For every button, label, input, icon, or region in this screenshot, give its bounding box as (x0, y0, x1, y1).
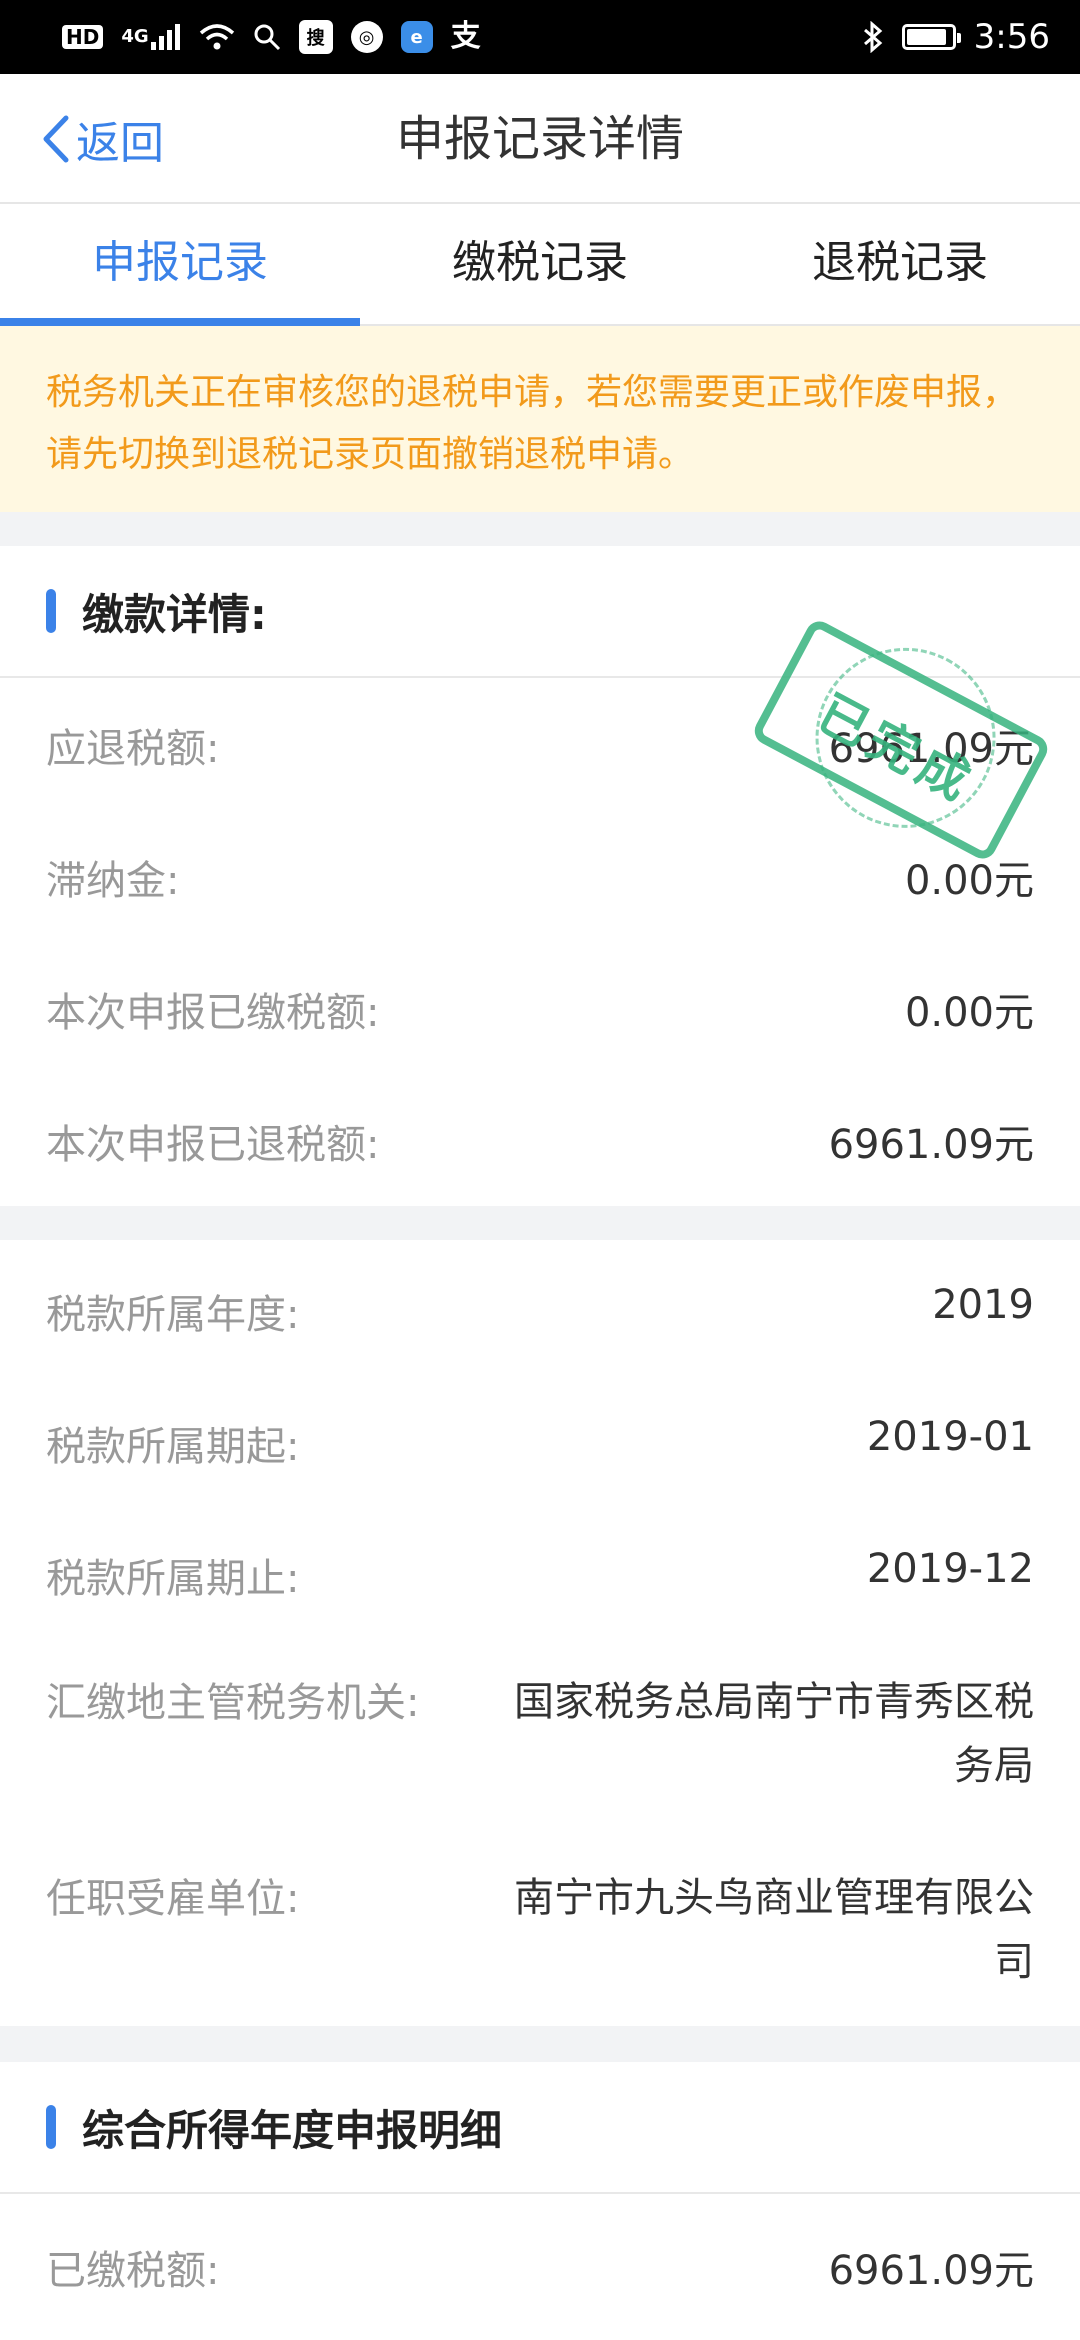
alipay-icon: 支 (450, 19, 481, 54)
browser-icon: e (400, 21, 433, 53)
section-header: 综合所得年度申报明细 (0, 2062, 1080, 2194)
app-icon: ◎ (350, 21, 383, 53)
tab-bar: 申报记录 缴税记录 退税记录 (0, 204, 1080, 326)
annual-declaration-card: 综合所得年度申报明细 已缴税额: 6961.09元 (0, 2062, 1080, 2340)
section-accent-bar (46, 2105, 56, 2149)
status-right: 3:56 (862, 17, 1050, 57)
row-value: 2019 (932, 1282, 1034, 1328)
row-label: 本次申报已缴税额: (46, 990, 380, 1036)
clock: 3:56 (973, 17, 1050, 57)
row-label: 税款所属期止: (46, 1556, 300, 1602)
back-label: 返回 (76, 118, 164, 169)
row-value: 2019-12 (866, 1546, 1034, 1592)
row-label: 本次申报已退税额: (46, 1122, 380, 1168)
tab-refund-records[interactable]: 退税记录 (720, 204, 1080, 324)
hd-indicator: HD (62, 25, 104, 49)
row-value: 6961.09元 (828, 2248, 1034, 2294)
battery-icon (901, 24, 961, 50)
bluetooth-icon (862, 21, 884, 53)
row-value: 6961.09元 (828, 1122, 1034, 1168)
search-icon (253, 23, 281, 51)
battery-level (906, 29, 946, 45)
section-header: 缴款详情: (0, 546, 1080, 678)
section-title: 综合所得年度申报明细 (82, 2105, 503, 2155)
sohu-icon: 搜 (298, 20, 333, 54)
row-value: 国家税务总局南宁市青秀区税务局 (514, 1679, 1034, 1789)
chevron-left-icon (43, 115, 69, 163)
row-value: 0.00元 (904, 858, 1034, 904)
tab-payment-records[interactable]: 缴税记录 (360, 204, 720, 324)
row-value: 6961.09元 (828, 726, 1034, 772)
section-title: 缴款详情: (82, 589, 267, 639)
payment-detail-card: 缴款详情: 应退税额: 6961.09元 滞纳金: 0.00元 本次申报已缴税额… (0, 546, 1080, 1206)
network-type: 4G (121, 26, 149, 47)
tab-declaration-records[interactable]: 申报记录 (0, 204, 360, 326)
row-label: 已缴税额: (46, 2248, 220, 2294)
row-label: 任职受雇单位: (46, 1876, 300, 1922)
wifi-icon (199, 23, 235, 51)
row-label: 滞纳金: (46, 858, 180, 904)
row-label: 应退税额: (46, 726, 220, 772)
nav-bar: 申报记录详情 返回 (0, 74, 1080, 204)
section-accent-bar (46, 589, 56, 633)
signal-icon: 4G (121, 24, 180, 50)
row-value: 2019-01 (866, 1414, 1034, 1460)
status-bar: HD 4G 搜 ◎ e 支 3:56 (0, 0, 1080, 74)
tax-info-card: 税款所属年度: 2019 税款所属期起: 2019-01 税款所属期止: 201… (0, 1240, 1080, 2026)
status-left: HD 4G 搜 ◎ e 支 (62, 20, 862, 54)
row-label: 税款所属年度: (46, 1292, 300, 1338)
review-notice: 税务机关正在审核您的退税申请，若您需要更正或作废申报，请先切换到退税记录页面撤销… (0, 326, 1080, 512)
row-label: 汇缴地主管税务机关: (46, 1680, 420, 1726)
back-button[interactable]: 返回 (40, 108, 164, 170)
row-label: 税款所属期起: (46, 1424, 300, 1470)
row-value: 南宁市九头鸟商业管理有限公司 (514, 1875, 1034, 1985)
row-value: 0.00元 (904, 990, 1034, 1036)
